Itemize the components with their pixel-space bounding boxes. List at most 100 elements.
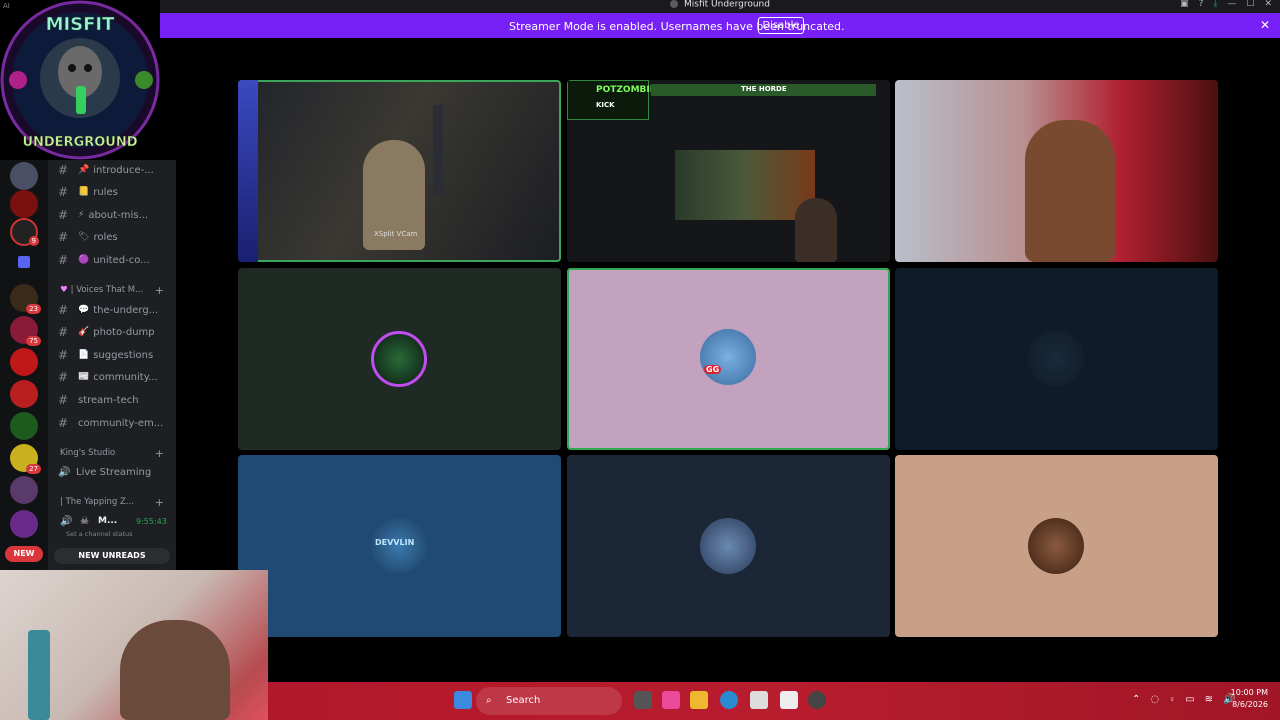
server-icon[interactable] [10, 412, 38, 440]
server-icon[interactable]: 75 [10, 316, 41, 346]
inbox-icon[interactable]: ▣ [1180, 0, 1189, 9]
hash-icon: # [58, 303, 69, 317]
channel-emoji: 📒 [78, 187, 90, 197]
server-icon[interactable] [10, 510, 38, 538]
channel-label: suggestions [93, 349, 154, 361]
video-tile-avatar[interactable] [895, 455, 1218, 637]
maximize-icon[interactable]: ☐ [1246, 0, 1254, 9]
add-channel-icon[interactable]: + [155, 284, 164, 297]
download-icon[interactable]: ⤓ [1213, 0, 1217, 9]
channel-status[interactable]: Set a channel status [66, 530, 133, 538]
help-icon[interactable]: ? [1199, 0, 1204, 9]
video-tile-avatar[interactable] [238, 268, 561, 450]
clock-time: 10:00 PM [1230, 688, 1268, 697]
misfit-logo: MISFIT UNDERGROUND AI [0, 0, 160, 160]
channel-item[interactable]: # 📒 rules [58, 184, 172, 200]
folder-icon[interactable] [18, 256, 30, 268]
window-controls: ▣ ? ⤓ — ☐ ✕ [1180, 0, 1272, 9]
video-tile-webcam[interactable]: XSplit VCam [238, 80, 561, 262]
streamer-mode-banner: Streamer Mode is enabled. Usernames have… [160, 13, 1280, 38]
channel-emoji: 🎸 [78, 327, 90, 337]
copilot-icon[interactable] [662, 691, 680, 709]
server-icon[interactable] [10, 190, 38, 218]
channel-label: Live Streaming [76, 466, 152, 478]
channel-emoji: 🟣 [78, 255, 90, 265]
new-badge[interactable]: NEW [5, 546, 43, 562]
window-titlebar: Misfit Underground ▣ ? ⤓ — ☐ ✕ [160, 0, 1280, 13]
close-window-icon[interactable]: ✕ [1264, 0, 1272, 9]
video-tile-avatar[interactable] [895, 268, 1218, 450]
wifi-icon[interactable]: ≋ [1205, 694, 1213, 705]
channel-label: rules [93, 186, 118, 198]
store-icon[interactable] [750, 691, 768, 709]
add-channel-icon[interactable]: + [155, 447, 164, 460]
file-explorer-icon[interactable] [690, 691, 708, 709]
channel-item[interactable]: # 🟣 united-co... [58, 252, 172, 268]
channel-item[interactable]: # 📄 suggestions [58, 347, 172, 363]
server-icon[interactable] [10, 476, 38, 504]
video-tile-screenshare[interactable]: POTZOMBIE420 KICK THE HORDE [567, 80, 890, 262]
chevron-up-icon[interactable]: ⌃ [1132, 694, 1140, 705]
channel-item[interactable]: # 📌 introduce-... [58, 162, 172, 178]
monitor-icon[interactable]: ▭ [1185, 694, 1194, 705]
user-avatar [371, 331, 427, 387]
channel-label: united-co... [93, 254, 150, 266]
banner-close-icon[interactable]: ✕ [1260, 18, 1270, 32]
obs-icon[interactable] [808, 691, 826, 709]
window-title-text: Misfit Underground [684, 0, 770, 10]
network-icon[interactable]: ◌ [1150, 694, 1159, 705]
speaker-icon: 🔊 [58, 466, 71, 478]
server-icon[interactable] [10, 162, 38, 190]
category-label: | Voices That M... [70, 285, 144, 295]
avatar-text: DEVVLIN [375, 538, 415, 547]
edge-icon[interactable] [720, 691, 738, 709]
server-icon[interactable] [10, 348, 38, 376]
hash-icon: # [58, 230, 69, 244]
task-view-icon[interactable] [634, 691, 652, 709]
logo-graphic: MISFIT UNDERGROUND [0, 0, 160, 160]
minimize-icon[interactable]: — [1227, 0, 1236, 9]
disable-button[interactable]: Disable [758, 17, 804, 34]
category-yapping[interactable]: | The Yapping Z... + [60, 495, 176, 509]
category-voices[interactable]: ♥ | Voices That M... + [60, 283, 176, 297]
facecam-person [795, 198, 837, 262]
channel-label: introduce-... [93, 164, 154, 176]
video-tile-avatar[interactable]: DEVVLIN [238, 455, 561, 637]
channel-item[interactable]: # 📰 community... [58, 369, 172, 385]
channel-item[interactable]: # 🏷 roles [58, 229, 172, 245]
blue-light-strip [238, 80, 258, 262]
channel-live-streaming[interactable]: 🔊 Live Streaming [58, 464, 172, 480]
voice-user-row[interactable]: 🔊 ☠ M... 9:55:43 Set a channel status [54, 515, 172, 545]
notepad-icon[interactable] [780, 691, 798, 709]
video-tile-camera[interactable] [895, 80, 1218, 262]
category-kings-studio[interactable]: King's Studio + [60, 446, 176, 460]
channel-item[interactable]: # 💬 the-underg... [58, 302, 172, 318]
start-icon[interactable] [454, 691, 472, 709]
kick-label: KICK [596, 101, 615, 109]
new-unreads-button[interactable]: NEW UNREADS [54, 548, 170, 564]
channel-label: roles [93, 231, 118, 243]
window-title: Misfit Underground [160, 0, 1280, 10]
channel-item[interactable]: # community-em... [58, 415, 172, 431]
server-icon[interactable] [10, 380, 38, 408]
user-avatar [700, 518, 756, 574]
lamp [28, 630, 50, 720]
channel-item[interactable]: # ⚡ about-mis... [58, 207, 172, 223]
taskbar-search[interactable]: ⌕ Search [476, 687, 622, 715]
server-icon[interactable]: 27 [10, 444, 41, 474]
hash-icon: # [58, 370, 69, 384]
channel-item[interactable]: # stream-tech [58, 392, 172, 408]
server-icon[interactable]: 9 [10, 218, 39, 246]
add-channel-icon[interactable]: + [155, 496, 164, 509]
channel-emoji: 🏷 [78, 232, 90, 242]
unread-badge: 75 [26, 336, 41, 346]
voice-connected-icon: 🔊 [60, 516, 73, 527]
hash-icon: # [58, 325, 69, 339]
channel-item[interactable]: # 🎸 photo-dump [58, 324, 172, 340]
video-tile-avatar[interactable] [567, 455, 890, 637]
category-label: King's Studio [60, 448, 116, 458]
mic-icon[interactable]: ⍤ [1169, 694, 1175, 705]
server-icon[interactable]: 23 [10, 284, 41, 314]
video-tile-avatar-speaking[interactable]: GG [567, 268, 890, 450]
clock[interactable]: 10:00 PM 8/6/2026 [1231, 687, 1268, 711]
